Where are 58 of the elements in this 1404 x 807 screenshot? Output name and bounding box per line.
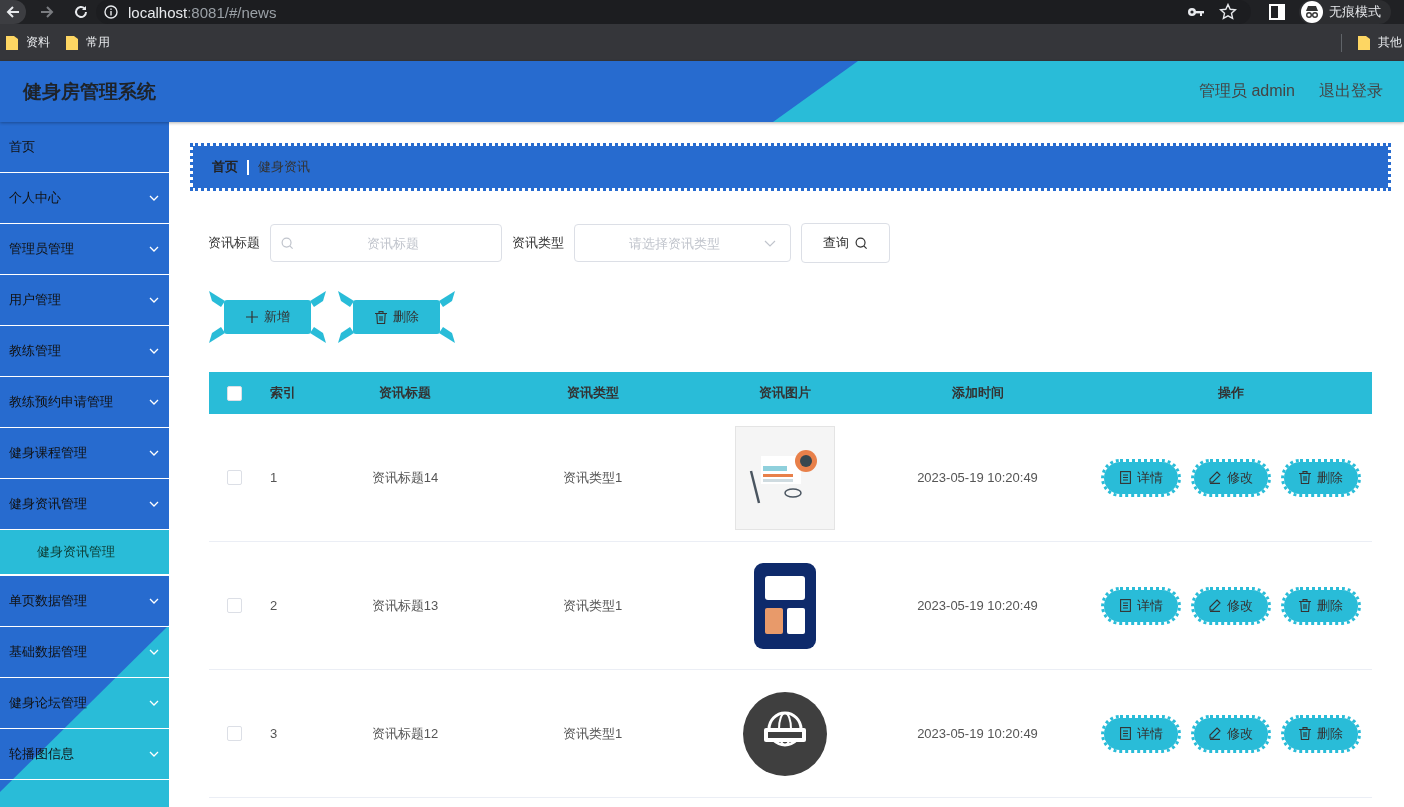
menu-item[interactable]: 个人中心 xyxy=(0,173,169,224)
table-cell: 资讯类型1 xyxy=(562,468,623,487)
menu-item[interactable]: 健身课程管理 xyxy=(0,428,169,479)
search-field[interactable]: 资讯标题 xyxy=(270,224,502,262)
select-input[interactable]: 请选择资讯类型 xyxy=(585,234,764,252)
table-cell: 资讯标题14 xyxy=(371,468,439,487)
table-cell: 资讯类型1 xyxy=(562,596,623,615)
menu-item[interactable]: 用户管理 xyxy=(0,275,169,326)
delete-button[interactable]: 删除 xyxy=(1281,586,1361,625)
menu-item[interactable]: 轮播图信息 xyxy=(0,729,169,780)
submenu-item[interactable]: 健身资讯管理 xyxy=(0,530,169,576)
table-cell: 资讯标题13 xyxy=(371,596,439,615)
menu-item[interactable]: 管理员管理 xyxy=(0,224,169,275)
bookmark[interactable]: 资料 xyxy=(6,34,50,51)
menu-item[interactable]: 教练预约申请管理 xyxy=(0,377,169,428)
url-text: localhost:8081/#/news xyxy=(128,3,277,21)
delete-button[interactable]: 删除 xyxy=(338,291,455,343)
table-cell: 2023-05-19 10:20:49 xyxy=(917,726,1038,741)
edit-button[interactable]: 修改 xyxy=(1191,458,1271,497)
app-title: 健身房管理系统 xyxy=(23,79,156,104)
address-bar[interactable]: localhost:8081/#/news xyxy=(96,0,1251,24)
column-header: 添加时间 xyxy=(951,384,1004,402)
table-cell: 1 xyxy=(270,470,278,485)
column-header: 资讯标题 xyxy=(379,384,431,402)
edit-button[interactable]: 修改 xyxy=(1191,714,1271,753)
select-field[interactable]: 请选择资讯类型 xyxy=(574,224,791,262)
detail-button[interactable]: 详情 xyxy=(1101,458,1181,497)
detail-button[interactable]: 详情 xyxy=(1101,586,1181,625)
menu-item[interactable]: 基础数据管理 xyxy=(0,627,169,678)
table-cell: 资讯标题12 xyxy=(371,724,439,743)
field-label: 资讯类型 xyxy=(512,234,564,252)
user-name: 管理员 admin xyxy=(1198,81,1295,101)
menu-item[interactable]: 健身论坛管理 xyxy=(0,678,169,729)
table-cell: 2023-05-19 10:20:49 xyxy=(917,470,1038,485)
add-button[interactable]: 新增 xyxy=(209,291,326,343)
column-header: 索引 xyxy=(270,384,296,402)
breadcrumb-link[interactable]: 首页 xyxy=(212,158,238,176)
logout-link[interactable]: 退出登录 xyxy=(1319,81,1383,102)
bookmark[interactable]: 其他 xyxy=(1358,34,1402,51)
search-input[interactable]: 资讯标题 xyxy=(294,234,491,252)
field-label: 资讯标题 xyxy=(208,234,260,252)
menu-item[interactable]: 教练管理 xyxy=(0,326,169,377)
column-header: 资讯类型 xyxy=(566,384,619,402)
delete-button[interactable]: 删除 xyxy=(1281,458,1361,497)
table-cell: 3 xyxy=(270,726,278,741)
edit-button[interactable]: 修改 xyxy=(1191,586,1271,625)
menu-item[interactable]: 单页数据管理 xyxy=(0,576,169,627)
column-header: 资讯图片 xyxy=(759,384,811,402)
column-header: 操作 xyxy=(1218,384,1244,402)
detail-button[interactable]: 详情 xyxy=(1101,714,1181,753)
menu-item[interactable]: 首页 xyxy=(0,122,169,173)
table-cell: 2 xyxy=(270,598,278,613)
incognito-badge[interactable]: 无痕模式 xyxy=(1299,0,1391,24)
query-button[interactable]: 查询 xyxy=(801,223,890,263)
table-cell: 资讯类型1 xyxy=(562,724,623,743)
table-cell: 2023-05-19 10:20:49 xyxy=(917,598,1038,613)
bookmark[interactable]: 常用 xyxy=(66,34,110,51)
delete-button[interactable]: 删除 xyxy=(1281,714,1361,753)
